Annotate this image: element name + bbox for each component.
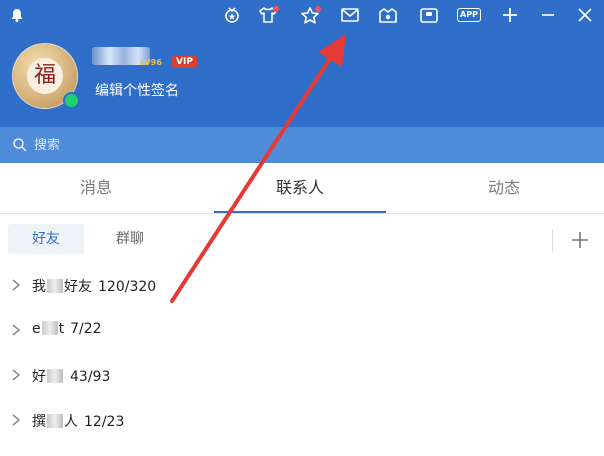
group-label: 我 好友 120/320	[32, 276, 156, 296]
search-bar[interactable]	[0, 127, 604, 163]
bell-icon[interactable]	[5, 3, 29, 27]
chevron-right-icon	[12, 369, 21, 381]
friend-group[interactable]: 好 43/93	[0, 354, 604, 398]
online-status-dot	[63, 92, 80, 109]
medal-icon[interactable]	[220, 3, 244, 27]
level-badge: LV96	[140, 58, 163, 67]
group-name-start: 我	[32, 279, 46, 295]
chevron-right-icon	[12, 414, 21, 426]
search-input[interactable]	[34, 137, 554, 153]
active-tab-indicator	[214, 211, 386, 213]
group-name-end: 人	[64, 414, 78, 430]
contact-subtabs: 好友 群聊	[0, 214, 604, 268]
tab-messages[interactable]: 消息	[10, 163, 182, 213]
avatar[interactable]: 福	[12, 43, 80, 109]
camera-icon[interactable]	[417, 3, 441, 27]
redacted-text	[47, 369, 63, 383]
subtab-friends[interactable]: 好友	[8, 224, 84, 254]
group-count: 43/93	[70, 369, 111, 385]
minimize-icon[interactable]	[536, 3, 560, 27]
redacted-text	[47, 414, 63, 428]
group-name-start: 好	[32, 369, 46, 385]
chevron-right-icon	[12, 324, 21, 336]
close-icon[interactable]	[573, 3, 597, 27]
group-label: e t 7/22	[32, 321, 102, 337]
redacted-text	[47, 279, 63, 293]
notification-dot	[315, 6, 321, 12]
divider	[552, 230, 553, 252]
group-label: 撰 人 12/23	[32, 411, 124, 431]
title-bar: APP	[0, 0, 604, 32]
group-name-end: 好友	[64, 279, 92, 295]
main-tabs: 消息 联系人 动态	[0, 163, 604, 214]
friend-group[interactable]: 我 好友 120/320	[0, 264, 604, 308]
group-label: 好 43/93	[32, 366, 110, 386]
tab-feeds[interactable]: 动态	[418, 163, 590, 213]
avatar-character: 福	[27, 58, 63, 94]
group-count: 12/23	[84, 414, 125, 430]
star-icon[interactable]	[298, 3, 322, 27]
subtab-groups[interactable]: 群聊	[100, 224, 160, 254]
group-count: 7/22	[70, 321, 102, 337]
profile-header: APP 福 LV96 VIP 编辑个性签名	[0, 0, 604, 127]
signature-text[interactable]: 编辑个性签名	[95, 80, 179, 100]
group-name-start: e	[32, 321, 41, 337]
tshirt-icon[interactable]	[256, 3, 280, 27]
app-icon[interactable]: APP	[456, 3, 482, 27]
group-name-start: 撰	[32, 414, 46, 430]
tab-contacts[interactable]: 联系人	[214, 163, 386, 213]
mail-icon[interactable]	[338, 3, 362, 27]
app-label: APP	[457, 8, 481, 22]
group-count: 120/320	[98, 279, 157, 295]
plus-icon[interactable]	[498, 3, 522, 27]
notification-dot	[273, 6, 279, 12]
tray-icon[interactable]	[376, 3, 400, 27]
vip-badge[interactable]: VIP	[172, 56, 197, 68]
friend-group[interactable]: 撰 人 12/23	[0, 399, 604, 443]
search-icon	[12, 137, 28, 153]
redacted-text	[41, 321, 58, 335]
group-name-end: t	[58, 321, 65, 337]
add-contact-button[interactable]	[568, 228, 592, 252]
friend-group[interactable]: e t 7/22	[0, 309, 604, 353]
chevron-right-icon	[12, 279, 21, 291]
